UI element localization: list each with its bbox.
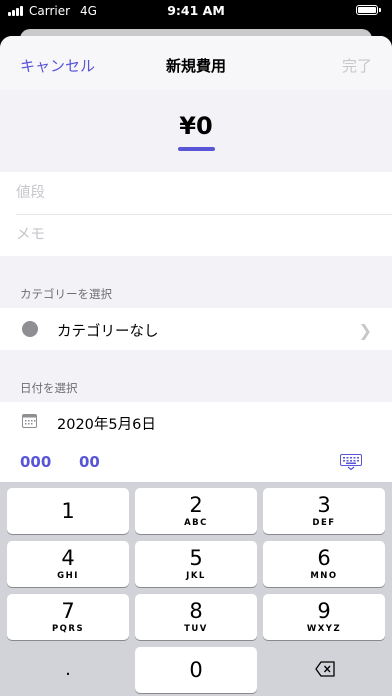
price-input[interactable] [16, 172, 392, 214]
page-title: 新規費用 [165, 57, 226, 75]
key-letters: ABC [184, 518, 208, 528]
category-section-label: カテゴリーを選択 [20, 287, 112, 301]
status-bar: Carrier 4G 9:41 AM [0, 0, 392, 22]
done-button[interactable]: 完了 [342, 55, 372, 76]
category-selector[interactable]: カテゴリーなし ❯ [0, 308, 392, 350]
category-name: カテゴリーなし [57, 324, 159, 340]
nav-bar: キャンセル 新規費用 完了 [0, 36, 392, 90]
key-letters: DEF [312, 518, 336, 528]
backspace-icon [315, 661, 335, 677]
key-2[interactable]: 2 ABC [135, 488, 257, 534]
key-decimal[interactable]: . [7, 647, 129, 693]
key-number: 5 [189, 546, 203, 570]
key-3[interactable]: 3 DEF [263, 488, 385, 534]
key-backspace[interactable] [263, 647, 385, 693]
key-7[interactable]: 7 PQRS [7, 594, 129, 640]
key-number: 4 [61, 546, 75, 570]
key-letters: JKL [186, 571, 206, 581]
memo-input[interactable] [16, 214, 392, 256]
key-number: 9 [317, 599, 331, 623]
key-number: 6 [317, 546, 331, 570]
key-number: 0 [189, 658, 203, 682]
amount-underline [178, 147, 215, 151]
key-8[interactable]: 8 TUV [135, 594, 257, 640]
amount-value: ¥0 [179, 112, 213, 140]
key-9[interactable]: 9 WXYZ [263, 594, 385, 640]
status-time: 9:41 AM [167, 3, 225, 18]
key-number: 7 [61, 599, 75, 623]
key-0[interactable]: 0 [135, 647, 257, 693]
key-number: 2 [189, 493, 203, 517]
key-number: 8 [189, 599, 203, 623]
keyboard-accessory-bar: 000 00 [0, 442, 392, 482]
key-number: . [65, 659, 71, 680]
key-4[interactable]: 4 GHI [7, 541, 129, 587]
key-5[interactable]: 5 JKL [135, 541, 257, 587]
key-letters: PQRS [51, 624, 85, 634]
key-6[interactable]: 6 MNO [263, 541, 385, 587]
key-number: 1 [61, 499, 75, 523]
key-1[interactable]: 1 [7, 488, 129, 534]
new-expense-sheet: キャンセル 新規費用 完了 ¥0 カテゴリーを選択 カテゴリーなし ❯ 日付を選… [0, 36, 392, 696]
numeric-keypad: 1 2 ABC 3 DEF 4 GHI 5 JKL 6 MNO 7 PQRS 8… [0, 482, 392, 696]
date-section-label: 日付を選択 [20, 381, 78, 395]
category-color-dot [22, 321, 38, 337]
triple-zero-button[interactable]: 000 [20, 453, 51, 471]
input-group [0, 172, 392, 256]
double-zero-button[interactable]: 00 [79, 453, 100, 471]
key-number: 3 [317, 493, 331, 517]
calendar-icon [22, 414, 37, 428]
chevron-right-icon: ❯ [358, 321, 372, 340]
battery-icon [356, 5, 381, 15]
key-letters: WXYZ [306, 624, 342, 634]
key-letters: MNO [310, 571, 338, 581]
date-selector[interactable]: 2020年5月6日 [0, 402, 392, 442]
key-letters: GHI [57, 571, 79, 581]
amount-display: ¥0 [0, 90, 392, 172]
key-letters: TUV [184, 624, 208, 634]
keyboard-dismiss-icon[interactable] [340, 454, 362, 470]
date-value: 2020年5月6日 [57, 417, 156, 433]
